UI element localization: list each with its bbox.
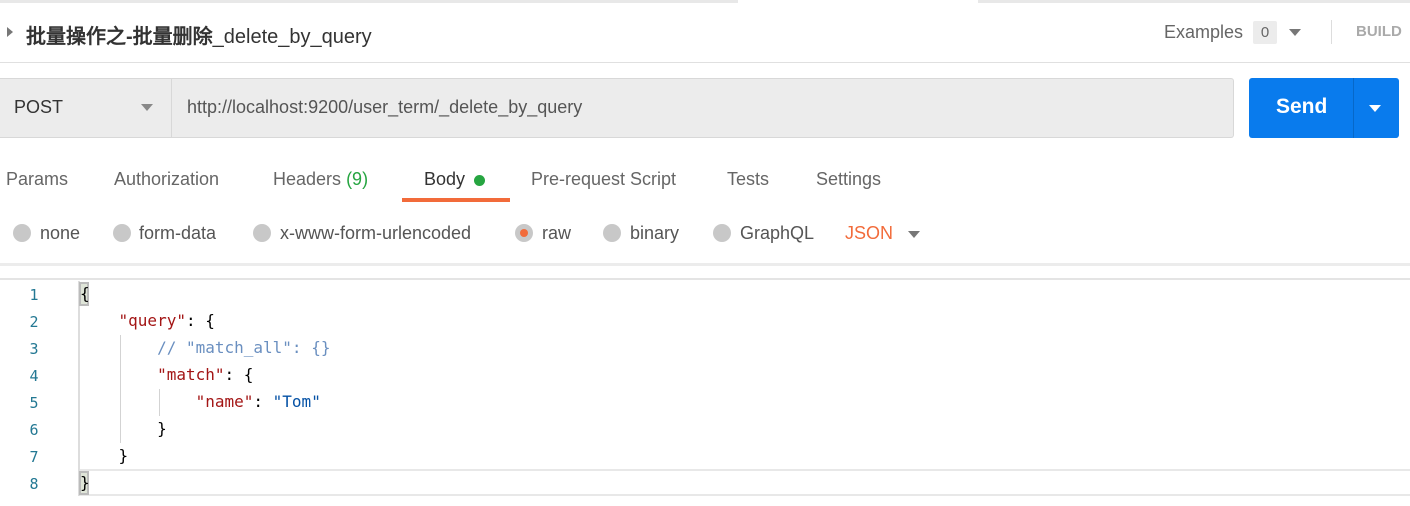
code-line[interactable]: } xyxy=(80,419,167,439)
code-token: { xyxy=(80,284,90,303)
radio-urlencoded[interactable] xyxy=(253,224,271,242)
line-number: 7 xyxy=(29,448,39,466)
code-token: // "match_all": {} xyxy=(157,338,331,357)
top-strip xyxy=(0,0,1410,3)
divider xyxy=(1353,78,1354,138)
send-dropdown-icon[interactable] xyxy=(1369,105,1381,112)
code-line[interactable]: "query": { xyxy=(80,311,215,331)
method-dropdown-icon[interactable] xyxy=(141,104,153,111)
code-token: } xyxy=(80,473,90,492)
code-line[interactable]: "name": "Tom" xyxy=(80,392,321,412)
code-line[interactable]: { xyxy=(80,284,90,304)
code-token: : { xyxy=(185,311,215,330)
radio-form-data[interactable] xyxy=(113,224,131,242)
tab-authorization[interactable]: Authorization xyxy=(114,169,219,190)
code-token: "name" xyxy=(195,392,254,411)
tab-headers[interactable]: Headers (9) xyxy=(273,169,368,190)
body-indicator-dot xyxy=(474,175,485,186)
line-number: 4 xyxy=(29,367,39,385)
headers-count: (9) xyxy=(346,169,369,189)
url-bar xyxy=(0,78,1234,138)
radio-graphql[interactable] xyxy=(713,224,731,242)
build-button[interactable]: BUILD xyxy=(1356,23,1402,40)
radio-raw[interactable] xyxy=(515,224,533,242)
active-tab-underline xyxy=(402,198,510,202)
code-line[interactable]: } xyxy=(80,473,90,493)
radio-binary[interactable] xyxy=(603,224,621,242)
current-line-highlight xyxy=(80,469,1410,496)
request-title-cn: 批量操作之-批量删除 xyxy=(26,26,213,48)
line-number: 8 xyxy=(29,475,39,493)
radio-raw-label[interactable]: raw xyxy=(542,223,571,244)
tab-headers-label: Headers xyxy=(273,169,342,189)
format-dropdown-icon[interactable] xyxy=(908,231,920,238)
code-token: : { xyxy=(224,365,254,384)
code-line[interactable]: // "match_all": {} xyxy=(80,338,330,358)
format-select[interactable]: JSON xyxy=(845,223,893,244)
divider xyxy=(1331,20,1332,44)
active-tab-strip xyxy=(738,0,978,3)
tab-body[interactable]: Body xyxy=(424,169,465,190)
divider xyxy=(0,263,1410,266)
send-label[interactable]: Send xyxy=(1276,95,1327,119)
code-token: } xyxy=(80,446,129,465)
divider xyxy=(0,62,1410,63)
radio-binary-label[interactable]: binary xyxy=(630,223,679,244)
tab-params[interactable]: Params xyxy=(6,169,68,190)
editor-top-border xyxy=(0,278,1410,280)
line-number: 3 xyxy=(29,340,39,358)
line-number: 1 xyxy=(29,286,39,304)
code-line[interactable]: "match": { xyxy=(80,365,253,385)
request-title[interactable]: 批量操作之-批量删除_delete_by_query xyxy=(26,20,372,49)
examples-dropdown-icon[interactable] xyxy=(1289,29,1301,36)
line-number: 5 xyxy=(29,394,39,412)
code-token: "match" xyxy=(157,365,225,384)
request-title-en: _delete_by_query xyxy=(212,26,372,48)
tab-tests[interactable]: Tests xyxy=(727,169,769,190)
radio-graphql-label[interactable]: GraphQL xyxy=(740,223,814,244)
code-token: : xyxy=(253,392,273,411)
line-number: 2 xyxy=(29,313,39,331)
radio-none-label[interactable]: none xyxy=(40,223,80,244)
code-token: } xyxy=(80,419,167,438)
code-line[interactable]: } xyxy=(80,446,129,466)
radio-none[interactable] xyxy=(13,224,31,242)
code-token: "Tom" xyxy=(272,392,321,411)
radio-urlencoded-label[interactable]: x-www-form-urlencoded xyxy=(280,223,471,244)
method-select[interactable]: POST xyxy=(14,97,63,118)
examples-count: 0 xyxy=(1253,21,1277,44)
tab-settings[interactable]: Settings xyxy=(816,169,881,190)
url-input[interactable]: http://localhost:9200/user_term/_delete_… xyxy=(187,97,582,118)
expand-caret-icon[interactable] xyxy=(7,27,13,37)
line-number: 6 xyxy=(29,421,39,439)
radio-form-data-label[interactable]: form-data xyxy=(139,223,216,244)
examples-button[interactable]: Examples xyxy=(1164,22,1243,43)
code-token: "query" xyxy=(118,311,186,330)
divider xyxy=(171,79,172,137)
tab-pre-request-script[interactable]: Pre-request Script xyxy=(531,169,676,190)
